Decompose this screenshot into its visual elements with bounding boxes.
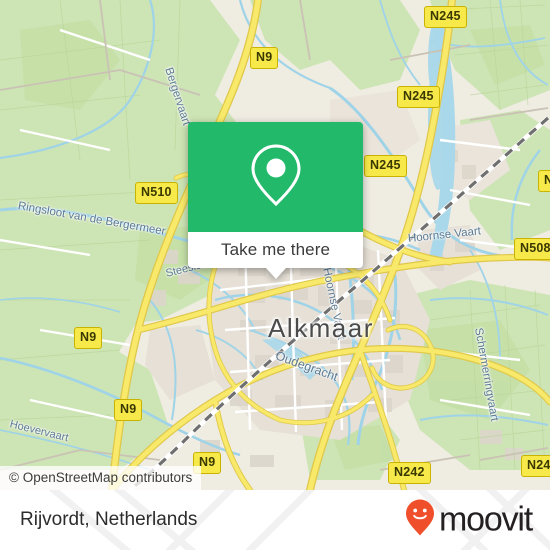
place-name-label: Rijvordt, Netherlands <box>20 509 198 530</box>
popup-header <box>188 122 363 232</box>
map-result-page: Ringsloot van de Bergermeer Bergervaart … <box>0 0 550 550</box>
take-me-there-button-label: Take me there <box>220 240 331 259</box>
moovit-wordmark: moovit <box>439 500 533 538</box>
highway-shield-n245-low[interactable]: N245 <box>364 155 407 177</box>
map-attribution: © OpenStreetMap contributors <box>0 466 202 490</box>
highway-shield-n243[interactable]: N243 <box>521 455 550 477</box>
map-pin-icon <box>248 142 304 213</box>
popup-pointer-tail <box>265 268 286 279</box>
highway-shield-n-edge[interactable]: N <box>538 170 550 192</box>
highway-shield-n508[interactable]: N508 <box>514 238 550 260</box>
highway-shield-n245-mid[interactable]: N245 <box>397 86 440 108</box>
highway-shield-n245-top[interactable]: N245 <box>424 6 467 28</box>
highway-shield-n9-mid[interactable]: N9 <box>114 399 143 421</box>
highway-shield-n242[interactable]: N242 <box>388 462 431 484</box>
highway-shield-n9-left[interactable]: N9 <box>74 327 103 349</box>
moovit-brand[interactable]: moovit <box>405 499 533 542</box>
moovit-smiley-pin-icon <box>405 499 435 542</box>
location-popup-card[interactable]: Take me there <box>188 122 363 279</box>
popup-footer[interactable]: Take me there <box>188 232 363 279</box>
page-footer: Rijvordt, Netherlands moovit <box>0 490 550 550</box>
highway-shield-n510[interactable]: N510 <box>135 182 178 204</box>
highway-shield-n9-top[interactable]: N9 <box>250 47 279 69</box>
